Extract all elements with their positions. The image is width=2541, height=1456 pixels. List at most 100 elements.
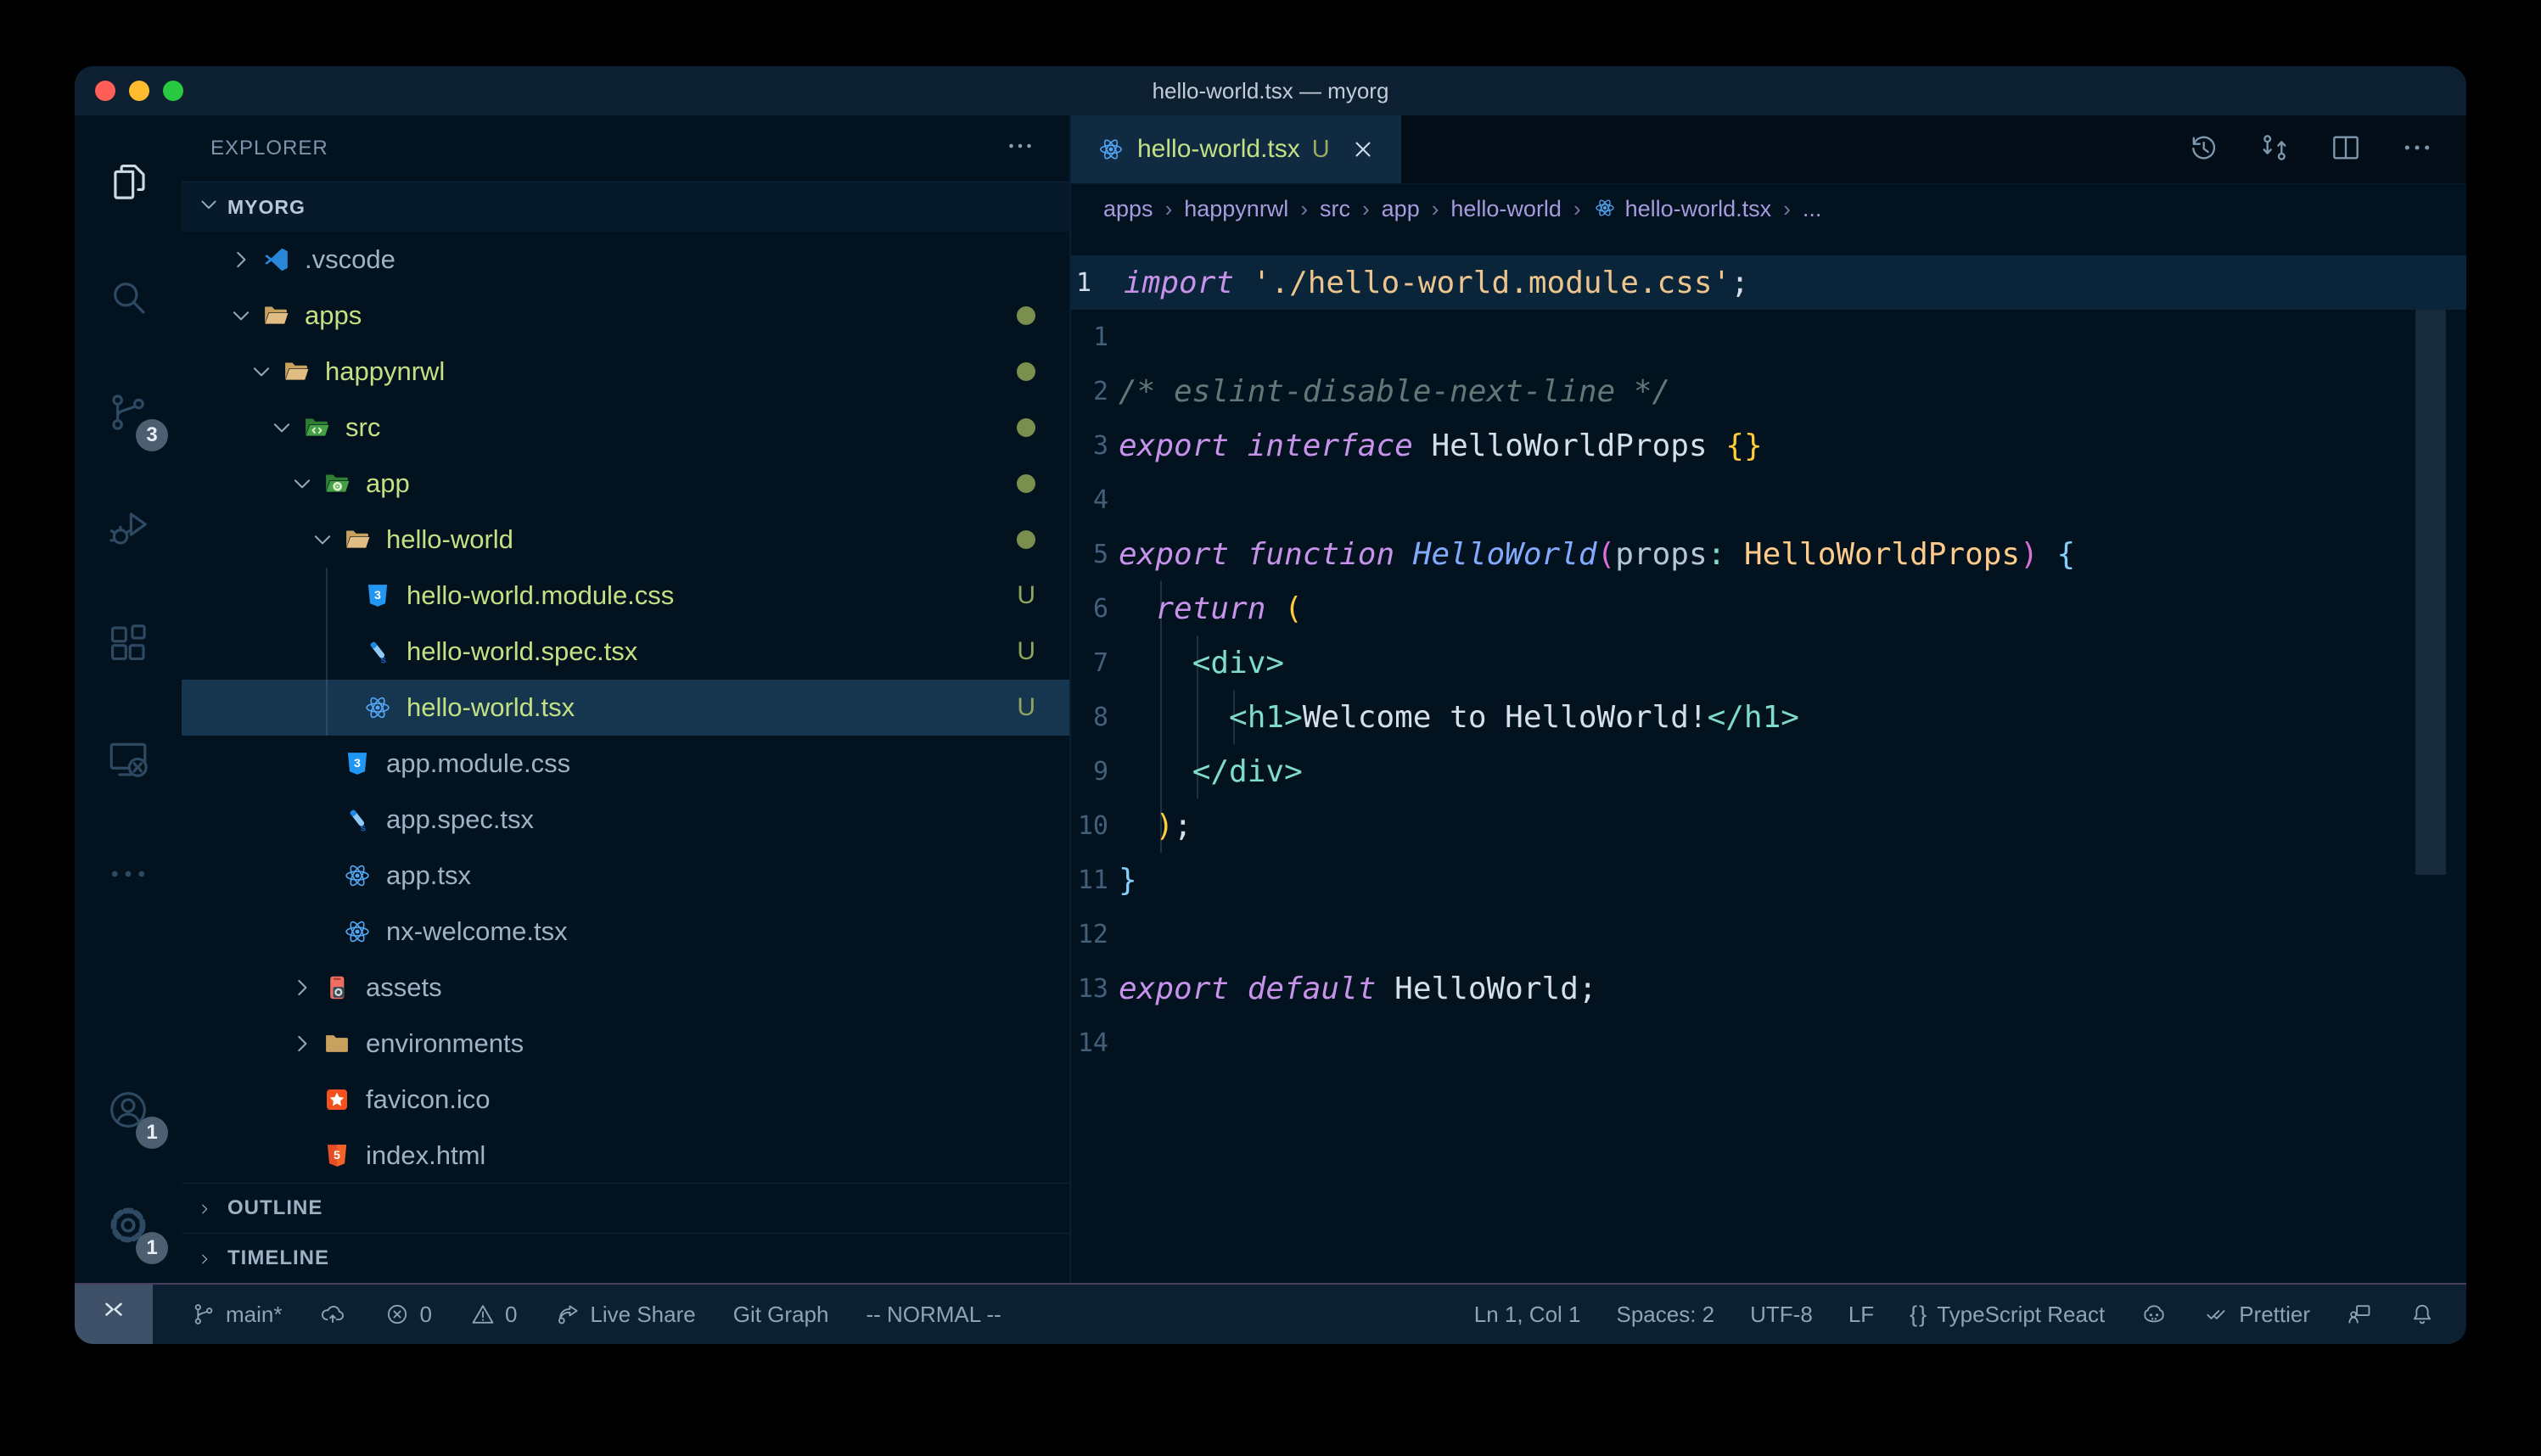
breadcrumb-item[interactable]: src <box>1320 196 1350 222</box>
tree-item--vscode[interactable]: .vscode <box>182 232 1069 288</box>
tree-item-favicon-ico[interactable]: favicon.ico <box>182 1072 1069 1128</box>
status-eol[interactable]: LF <box>1848 1302 1874 1328</box>
status-cursor-position[interactable]: Ln 1, Col 1 <box>1474 1302 1581 1328</box>
tree-item-app[interactable]: app <box>182 456 1069 512</box>
close-icon[interactable] <box>1350 137 1376 162</box>
status-vim-mode[interactable]: -- NORMAL -- <box>866 1285 1001 1344</box>
breadcrumb-item[interactable]: hello-world <box>1450 196 1562 222</box>
activity-explorer[interactable] <box>75 124 182 239</box>
tree-item-label: app.tsx <box>386 860 471 891</box>
activity-run-debug[interactable] <box>75 470 182 585</box>
git-untracked-badge: U <box>1017 637 1035 666</box>
explorer-more-actions-icon[interactable] <box>1005 131 1035 167</box>
chevron-right-icon <box>197 1247 219 1269</box>
breadcrumb-overflow[interactable]: ... <box>1803 196 1822 222</box>
status-copilot[interactable] <box>2140 1301 2168 1328</box>
open-changes-icon[interactable] <box>2258 131 2291 169</box>
status-live-share[interactable]: Live Share <box>554 1285 695 1344</box>
svg-text:3: 3 <box>354 757 361 770</box>
tree-item-happynrwl[interactable]: happynrwl <box>182 344 1069 400</box>
split-editor-icon[interactable] <box>2329 131 2363 169</box>
status-sync-changes[interactable] <box>319 1285 346 1344</box>
status-label: LF <box>1848 1302 1874 1328</box>
open-timeline-icon[interactable] <box>2186 131 2220 169</box>
breadcrumb-item[interactable]: happynrwl <box>1184 196 1288 222</box>
breadcrumb-item[interactable]: apps <box>1103 196 1153 222</box>
code-line: 10 ); <box>1071 798 2466 853</box>
tree-item-nx-welcome-tsx[interactable]: nx-welcome.tsx <box>182 904 1069 960</box>
breadcrumb-separator: › <box>1573 196 1581 222</box>
activity-more-views[interactable] <box>75 816 182 932</box>
folder-closed-icon <box>322 1028 352 1059</box>
code-line: 6 return ( <box>1071 581 2466 636</box>
outline-section-header[interactable]: OUTLINE <box>182 1183 1069 1233</box>
line-number: 8 <box>1071 703 1112 732</box>
code-line: 11} <box>1071 853 2466 907</box>
activity-accounts[interactable]: 1 <box>75 1052 182 1168</box>
tree-item-hello-world-tsx[interactable]: hello-world.tsxU <box>182 680 1069 736</box>
chevron-down-icon <box>228 303 254 328</box>
git-modified-dot <box>1017 418 1035 437</box>
tree-item-hello-world-spec-tsx[interactable]: shello-world.spec.tsxU <box>182 624 1069 680</box>
status-language-mode[interactable]: {}TypeScript React <box>1910 1302 2105 1328</box>
more-actions-icon[interactable] <box>2400 131 2434 169</box>
sidebar-title: EXPLORER <box>210 137 328 160</box>
status-feedback[interactable] <box>2346 1301 2373 1328</box>
line-number: 11 <box>1071 865 1112 895</box>
tree-item-label: environments <box>366 1028 524 1059</box>
activity-settings[interactable]: 1 <box>75 1168 182 1283</box>
code-line: 7 <div> <box>1071 636 2466 690</box>
warning-icon <box>469 1301 496 1328</box>
vscode-folder-icon <box>261 244 291 275</box>
status-notifications[interactable] <box>2409 1301 2436 1328</box>
line-number: 2 <box>1071 377 1112 406</box>
tree-item-apps[interactable]: apps <box>182 288 1069 344</box>
timeline-section-header[interactable]: TIMELINE <box>182 1233 1069 1283</box>
git-untracked-badge: U <box>1017 693 1035 722</box>
status-errors[interactable]: 0 <box>384 1285 431 1344</box>
tab-hello-world-tsx[interactable]: hello-world.tsx U <box>1071 115 1402 183</box>
code-editor[interactable]: 1import './hello-world.module.css';12/* … <box>1071 233 2466 1283</box>
status-warnings[interactable]: 0 <box>469 1285 517 1344</box>
tree-item-label: app <box>366 468 410 499</box>
tree-item-assets[interactable]: assets <box>182 960 1069 1016</box>
react-icon <box>1097 135 1125 164</box>
breadcrumb-separator: › <box>1165 196 1173 222</box>
branch-icon <box>190 1301 217 1328</box>
folder-assets-icon <box>322 972 352 1003</box>
workspace-section-header[interactable]: MYORG <box>182 182 1069 232</box>
tree-item-label: assets <box>366 972 442 1003</box>
tree-item-label: happynrwl <box>325 356 445 387</box>
status-label: Live Share <box>590 1302 695 1328</box>
remote-indicator[interactable] <box>75 1285 153 1344</box>
status-prettier[interactable]: Prettier <box>2203 1301 2310 1328</box>
breadcrumb-item-file[interactable]: hello-world.tsx <box>1593 196 1772 222</box>
status-git-branch[interactable]: main* <box>190 1285 282 1344</box>
tree-item-label: apps <box>305 300 362 331</box>
bell-icon <box>2409 1301 2436 1328</box>
status-label: Prettier <box>2239 1302 2310 1328</box>
tree-item-hello-world-module-css[interactable]: 3hello-world.module.cssU <box>182 568 1069 624</box>
activity-extensions[interactable] <box>75 585 182 701</box>
status-label: main* <box>226 1302 282 1328</box>
breadcrumb-item[interactable]: app <box>1382 196 1420 222</box>
svg-text:3: 3 <box>374 589 381 602</box>
tree-item-environments[interactable]: environments <box>182 1016 1069 1072</box>
status-encoding[interactable]: UTF-8 <box>1750 1302 1813 1328</box>
explorer-sidebar: EXPLORER MYORG .vscode apps happynrwl src ap… <box>182 115 1071 1283</box>
tree-item-hello-world[interactable]: hello-world <box>182 512 1069 568</box>
tree-item-app-spec-tsx[interactable]: sapp.spec.tsx <box>182 792 1069 848</box>
tree-item-src[interactable]: src <box>182 400 1069 456</box>
tree-item-label: app.spec.tsx <box>386 804 534 835</box>
status-label: Git Graph <box>733 1302 829 1328</box>
status-indentation[interactable]: Spaces: 2 <box>1617 1302 1715 1328</box>
activity-remote-explorer[interactable] <box>75 701 182 816</box>
tree-item-app-tsx[interactable]: app.tsx <box>182 848 1069 904</box>
tree-item-index-html[interactable]: 5index.html <box>182 1128 1069 1183</box>
title-bar[interactable]: hello-world.tsx — myorg <box>75 66 2466 115</box>
activity-source-control[interactable]: 3 <box>75 355 182 470</box>
folder-open-icon <box>281 356 311 387</box>
activity-search[interactable] <box>75 239 182 355</box>
tree-item-app-module-css[interactable]: 3app.module.css <box>182 736 1069 792</box>
status-git-graph[interactable]: Git Graph <box>733 1285 829 1344</box>
